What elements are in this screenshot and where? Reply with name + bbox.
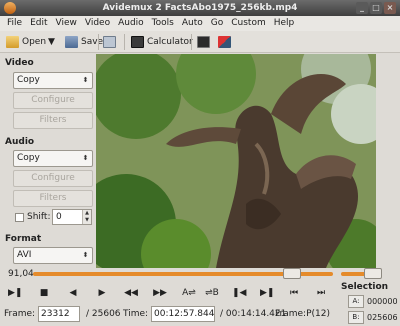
window-title: Avidemux 2 FactsAbo1975_256kb.mp4 bbox=[102, 3, 298, 13]
properties-icon bbox=[103, 36, 116, 48]
shift-value: 0 bbox=[56, 212, 62, 222]
chevron-down-icon: ▼ bbox=[48, 37, 55, 47]
monitor-icon bbox=[197, 36, 210, 48]
frame-label: Frame: bbox=[4, 309, 36, 319]
selection-a-value: 000000 bbox=[367, 297, 398, 306]
calculator-icon bbox=[131, 36, 144, 48]
timeline-row: 91,04 bbox=[0, 268, 400, 282]
shift-spinbox[interactable]: 0 ▲ ▼ bbox=[52, 209, 92, 225]
minimize-button[interactable]: _ bbox=[356, 2, 368, 14]
next-keyframe-icon[interactable]: ▶▶ bbox=[153, 286, 167, 300]
open-label: Open bbox=[22, 37, 47, 47]
save-icon bbox=[65, 36, 78, 48]
spin-arrows-icon[interactable]: ▲ ▼ bbox=[82, 210, 91, 224]
play-icon[interactable]: ▶︎❚ bbox=[8, 286, 22, 300]
menu-view[interactable]: View bbox=[52, 16, 81, 31]
goto-marker-b-icon[interactable]: ▶❚ bbox=[260, 286, 274, 300]
maximize-button[interactable]: □ bbox=[370, 2, 382, 14]
audio-heading: Audio bbox=[5, 137, 35, 147]
combo-arrows-icon: ⬍ bbox=[82, 251, 89, 259]
output-button[interactable] bbox=[218, 34, 234, 50]
right-panel bbox=[376, 54, 400, 268]
menu-video[interactable]: Video bbox=[81, 16, 114, 31]
menu-edit[interactable]: Edit bbox=[26, 16, 51, 31]
goto-a-button[interactable]: A: bbox=[348, 295, 364, 308]
selection-title: Selection bbox=[341, 282, 389, 292]
stop-icon[interactable]: ■ bbox=[37, 286, 51, 300]
goto-b-button[interactable]: B: bbox=[348, 311, 364, 324]
open-dropdown-button[interactable]: ▼ bbox=[48, 34, 55, 50]
menu-audio[interactable]: Audio bbox=[114, 16, 148, 31]
title-bar: Avidemux 2 FactsAbo1975_256kb.mp4 _ □ × bbox=[0, 0, 400, 16]
toolbar-separator bbox=[191, 34, 192, 50]
shift-checkbox[interactable] bbox=[15, 213, 24, 222]
settings-panel: Video Copy ⬍ Configure Filters Audio Cop… bbox=[0, 54, 96, 268]
combo-arrows-icon: ⬍ bbox=[82, 76, 89, 84]
menu-auto[interactable]: Auto bbox=[178, 16, 207, 31]
output-icon bbox=[218, 36, 231, 48]
audio-filters-button[interactable]: Filters bbox=[13, 190, 93, 207]
combo-arrows-icon: ⬍ bbox=[82, 154, 89, 162]
folder-icon bbox=[6, 36, 19, 48]
frame-total: / 25606 bbox=[86, 309, 121, 319]
next-frame-icon[interactable]: ▶ bbox=[95, 286, 109, 300]
video-frame-image bbox=[96, 54, 376, 268]
save-label: Save bbox=[81, 37, 104, 47]
calculator-label: Calculator bbox=[147, 37, 193, 47]
format-select[interactable]: AVI ⬍ bbox=[13, 247, 93, 264]
video-preview bbox=[96, 54, 376, 268]
set-marker-b-icon[interactable]: ⇌B bbox=[203, 286, 221, 300]
video-heading: Video bbox=[5, 58, 34, 68]
video-codec-value: Copy bbox=[17, 75, 40, 85]
video-configure-button[interactable]: Configure bbox=[13, 92, 93, 109]
frame-input[interactable]: 23312 bbox=[38, 306, 80, 322]
timeline-value: 91,04 bbox=[8, 269, 34, 279]
volume-thumb[interactable] bbox=[364, 268, 382, 279]
format-heading: Format bbox=[5, 234, 42, 244]
set-marker-a-icon[interactable]: A⇌ bbox=[180, 286, 198, 300]
menu-file[interactable]: File bbox=[3, 16, 26, 31]
status-row: Frame: 23312 / 25606 Time: 00:12:57.844 … bbox=[0, 304, 340, 326]
app-icon bbox=[4, 2, 16, 14]
audio-codec-value: Copy bbox=[17, 153, 40, 163]
previous-keyframe-icon[interactable]: ◀◀ bbox=[124, 286, 138, 300]
previous-frame-icon[interactable]: ◀ bbox=[66, 286, 80, 300]
toolbar: Open ▼ Save Calculator bbox=[0, 31, 400, 53]
audio-configure-button[interactable]: Configure bbox=[13, 170, 93, 187]
menu-custom[interactable]: Custom bbox=[227, 16, 269, 31]
menu-tools[interactable]: Tools bbox=[148, 16, 178, 31]
menu-go[interactable]: Go bbox=[207, 16, 227, 31]
selection-b-value: 025606 bbox=[367, 313, 398, 322]
time-input[interactable]: 00:12:57.844 bbox=[151, 306, 215, 322]
selection-panel: Selection A: 000000 B: 025606 bbox=[340, 282, 400, 326]
shift-label: Shift: bbox=[27, 212, 51, 222]
goto-marker-a-icon[interactable]: ❚◀ bbox=[232, 286, 246, 300]
video-codec-select[interactable]: Copy ⬍ bbox=[13, 72, 93, 89]
goto-start-icon[interactable]: ⏮ bbox=[287, 286, 301, 300]
menu-help[interactable]: Help bbox=[270, 16, 299, 31]
close-button[interactable]: × bbox=[384, 2, 396, 14]
goto-end-icon[interactable]: ⏭ bbox=[314, 286, 328, 300]
timeline-thumb[interactable] bbox=[283, 268, 302, 279]
transport-controls: ▶︎❚ ■ ◀ ▶ ◀◀ ▶▶ A⇌ ⇌B ❚◀ ▶❚ ⏮ ⏭ bbox=[0, 283, 340, 303]
audio-codec-select[interactable]: Copy ⬍ bbox=[13, 150, 93, 167]
preview-button[interactable] bbox=[197, 34, 213, 50]
open-button[interactable]: Open bbox=[6, 34, 46, 50]
toolbar-separator bbox=[124, 34, 125, 50]
properties-button[interactable] bbox=[103, 34, 119, 50]
frame-type: Frame:P(12) bbox=[275, 309, 330, 319]
video-filters-button[interactable]: Filters bbox=[13, 112, 93, 129]
calculator-button[interactable]: Calculator bbox=[131, 34, 193, 50]
toolbar-separator bbox=[98, 34, 99, 50]
time-label: Time: bbox=[123, 309, 149, 319]
menu-bar: File Edit View Video Audio Tools Auto Go… bbox=[0, 16, 400, 31]
format-value: AVI bbox=[17, 250, 32, 260]
